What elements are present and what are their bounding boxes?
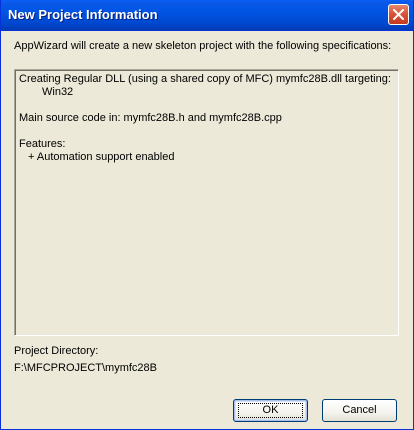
spec-line-automation: + Automation support enabled [28,151,175,163]
spec-line-platform: Win32 [42,86,74,98]
specifications-box[interactable]: Creating Regular DLL (using a shared cop… [14,69,399,336]
ok-button[interactable]: OK [233,399,308,422]
intro-text: AppWizard will create a new skeleton pro… [14,40,392,52]
spec-line-features-heading: Features: [19,138,66,150]
spec-line-target: Creating Regular DLL (using a shared cop… [19,73,391,85]
project-directory-path: F:\MFCPROJECT\mymfc28B [14,362,158,374]
window-title: New Project Information [8,7,158,22]
title-bar[interactable]: New Project Information [1,0,413,31]
cancel-button-label: Cancel [342,404,377,416]
close-button[interactable] [388,4,409,25]
new-project-information-dialog: New Project Information AppWizard will c… [0,0,414,430]
spec-line-source: Main source code in: mymfc28B.h and mymf… [19,112,282,124]
cancel-button[interactable]: Cancel [322,399,397,422]
project-directory-label: Project Directory: [14,345,99,357]
focus-rectangle [238,403,303,418]
